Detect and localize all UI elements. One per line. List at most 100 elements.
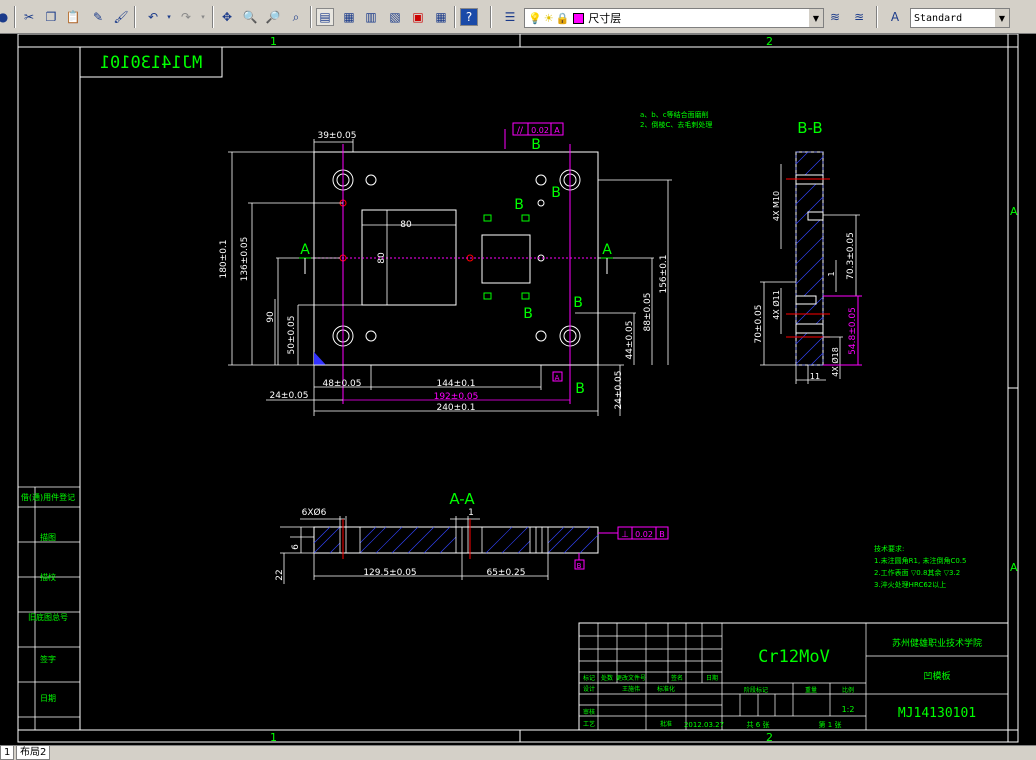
zone-label-1: 1 bbox=[270, 35, 277, 48]
svg-text:136±0.05: 136±0.05 bbox=[240, 237, 250, 282]
svg-text:3.淬火处理HRC62以上: 3.淬火处理HRC62以上 bbox=[874, 580, 946, 589]
svg-text:192±0.05: 192±0.05 bbox=[434, 392, 479, 402]
svg-text:2.工作表面 ▽0.8其余 ▽3.2: 2.工作表面 ▽0.8其余 ▽3.2 bbox=[874, 568, 960, 577]
calculator-icon[interactable]: ▦ bbox=[432, 8, 450, 26]
match-properties-icon[interactable]: ✎ bbox=[89, 8, 107, 26]
svg-text:A: A bbox=[555, 374, 560, 382]
undo-dropdown-icon[interactable]: ▾ bbox=[164, 8, 174, 26]
help-icon[interactable]: ? bbox=[460, 8, 478, 26]
main-toolbar: ● ✂ ❐ 📋 ✎ 🖌 ↶ ▾ ↷ ▾ ✥ 🔍 🔎 ⌕ ▤ ▦ ▥ ▧ ▣ ▦ … bbox=[0, 0, 1036, 34]
svg-text:借(通)用件登记: 借(通)用件登记 bbox=[21, 492, 75, 502]
svg-text:80: 80 bbox=[400, 220, 412, 230]
text-style-name: Standard bbox=[914, 12, 963, 24]
plan-view: 39±0.05 180±0.1 136±0.05 90 50±0.05 48±0… bbox=[219, 122, 672, 416]
layer-manager-icon[interactable]: ☰ bbox=[501, 8, 519, 26]
make-object-layer-current-icon[interactable]: ≋ bbox=[826, 8, 844, 26]
section-bb: B-B 4X M10 70.3±0.05 70±0.05 4X Ø11 54.8… bbox=[754, 119, 862, 384]
svg-text:描校: 描校 bbox=[40, 572, 56, 582]
tool-palettes-icon[interactable]: ▥ bbox=[362, 8, 380, 26]
design-center-icon[interactable]: ▦ bbox=[340, 8, 358, 26]
svg-text:标准化: 标准化 bbox=[657, 685, 675, 693]
copy-icon[interactable]: ❐ bbox=[42, 8, 60, 26]
svg-text:0.02: 0.02 bbox=[635, 530, 653, 539]
sheet-set-icon[interactable]: ▧ bbox=[386, 8, 404, 26]
svg-text:共 6 张: 共 6 张 bbox=[747, 720, 770, 729]
svg-text:24±0.05: 24±0.05 bbox=[614, 370, 624, 409]
svg-text:描图: 描图 bbox=[40, 532, 56, 542]
svg-text:39±0.05: 39±0.05 bbox=[317, 131, 356, 141]
side-block: 借(通)用件登记 描图 描校 旧底图总号 签字 日期 bbox=[18, 486, 80, 730]
sun-icon: ☀ bbox=[543, 11, 554, 25]
svg-text:B: B bbox=[551, 185, 561, 201]
zoom-previous-icon[interactable]: ⌕ bbox=[287, 8, 305, 26]
svg-text:65±0.25: 65±0.25 bbox=[486, 568, 525, 578]
brush-icon[interactable]: 🖌 bbox=[112, 8, 130, 26]
svg-text:⊥: ⊥ bbox=[621, 530, 629, 540]
svg-text:签名: 签名 bbox=[671, 674, 683, 682]
svg-text:6: 6 bbox=[291, 544, 301, 550]
svg-text:22: 22 bbox=[275, 569, 285, 580]
corner-fill bbox=[314, 352, 326, 365]
svg-text:1.未注圆角R1, 未注倒角C0.5: 1.未注圆角R1, 未注倒角C0.5 bbox=[874, 556, 966, 565]
svg-text:A: A bbox=[300, 242, 310, 258]
toolbar-separator bbox=[454, 6, 456, 28]
globe-icon[interactable]: ● bbox=[0, 8, 12, 26]
zoom-window-icon[interactable]: 🔎 bbox=[264, 8, 282, 26]
svg-text:50±0.05: 50±0.05 bbox=[287, 315, 297, 354]
zoom-realtime-icon[interactable]: 🔍 bbox=[241, 8, 259, 26]
text-style-dropdown[interactable]: Standard ▼ bbox=[910, 8, 1010, 28]
svg-text:重量: 重量 bbox=[805, 686, 817, 694]
svg-text:日期: 日期 bbox=[706, 674, 718, 682]
section-aa-title: A-A bbox=[449, 490, 475, 508]
tab-layout2[interactable]: 布局2 bbox=[16, 746, 51, 760]
redo-icon[interactable]: ↷ bbox=[176, 8, 196, 26]
material-label: Cr12MoV bbox=[758, 647, 830, 667]
part-number-mirrored: MJ14130101 bbox=[100, 53, 202, 73]
svg-text:签字: 签字 bbox=[40, 654, 56, 664]
part-name: 凹模板 bbox=[923, 670, 950, 682]
frame-border bbox=[79, 46, 1009, 731]
svg-text:B: B bbox=[523, 306, 533, 322]
paste-icon[interactable]: 📋 bbox=[64, 8, 82, 26]
lightbulb-icon: 💡 bbox=[528, 11, 542, 25]
layer-previous-icon[interactable]: ≊ bbox=[850, 8, 868, 26]
pan-icon[interactable]: ✥ bbox=[218, 8, 236, 26]
lock-icon: 🔒 bbox=[555, 11, 570, 25]
svg-text:比例: 比例 bbox=[842, 686, 854, 694]
svg-text:129.5±0.05: 129.5±0.05 bbox=[363, 568, 416, 578]
svg-text:1: 1 bbox=[827, 271, 836, 276]
tab-layout1[interactable]: 1 bbox=[0, 746, 15, 760]
svg-text:240±0.1: 240±0.1 bbox=[436, 403, 475, 413]
svg-text:2012.03.27: 2012.03.27 bbox=[684, 721, 724, 729]
toolbar-separator bbox=[876, 6, 878, 28]
cut-icon[interactable]: ✂ bbox=[20, 8, 38, 26]
svg-text:工艺: 工艺 bbox=[583, 720, 595, 728]
svg-text:11: 11 bbox=[810, 372, 820, 381]
svg-text:B: B bbox=[575, 381, 585, 397]
drawing-canvas[interactable]: 1 2 1 2 A A MJ14130101 a、b、c等结合面磨削 2、倒棱C… bbox=[0, 34, 1036, 745]
layout-tab-bar: 1 布局2 bbox=[0, 745, 1036, 760]
layer-dropdown[interactable]: 💡 ☀ 🔒 尺寸层 ▼ bbox=[524, 8, 824, 28]
text-style-icon[interactable]: A bbox=[886, 8, 904, 26]
svg-text://: // bbox=[517, 126, 524, 136]
title-block: Cr12MoV 苏州健雄职业技术学院 凹模板 MJ14130101 1:2 20… bbox=[578, 622, 1009, 731]
svg-text:设计: 设计 bbox=[583, 685, 595, 693]
layer-name: 尺寸层 bbox=[588, 12, 622, 25]
svg-text:4X Ø11: 4X Ø11 bbox=[771, 290, 781, 320]
redo-dropdown-icon[interactable]: ▾ bbox=[198, 8, 208, 26]
school-name: 苏州健雄职业技术学院 bbox=[892, 637, 982, 649]
properties-icon[interactable]: ▤ bbox=[316, 8, 334, 26]
svg-text:阶段标记: 阶段标记 bbox=[744, 686, 768, 694]
drawing-number: MJ14130101 bbox=[898, 706, 976, 721]
svg-text:1: 1 bbox=[468, 508, 474, 518]
svg-text:批准: 批准 bbox=[660, 720, 672, 728]
svg-text:80: 80 bbox=[377, 252, 387, 264]
svg-text:更改文件号: 更改文件号 bbox=[616, 674, 646, 682]
undo-icon[interactable]: ↶ bbox=[142, 8, 164, 26]
svg-text:A: A bbox=[602, 242, 612, 258]
svg-text:4X Ø18: 4X Ø18 bbox=[830, 347, 840, 377]
toolbar-separator bbox=[14, 6, 16, 28]
markup-icon[interactable]: ▣ bbox=[409, 8, 427, 26]
svg-text:4X M10: 4X M10 bbox=[772, 191, 781, 221]
svg-text:88±0.05: 88±0.05 bbox=[643, 292, 653, 331]
